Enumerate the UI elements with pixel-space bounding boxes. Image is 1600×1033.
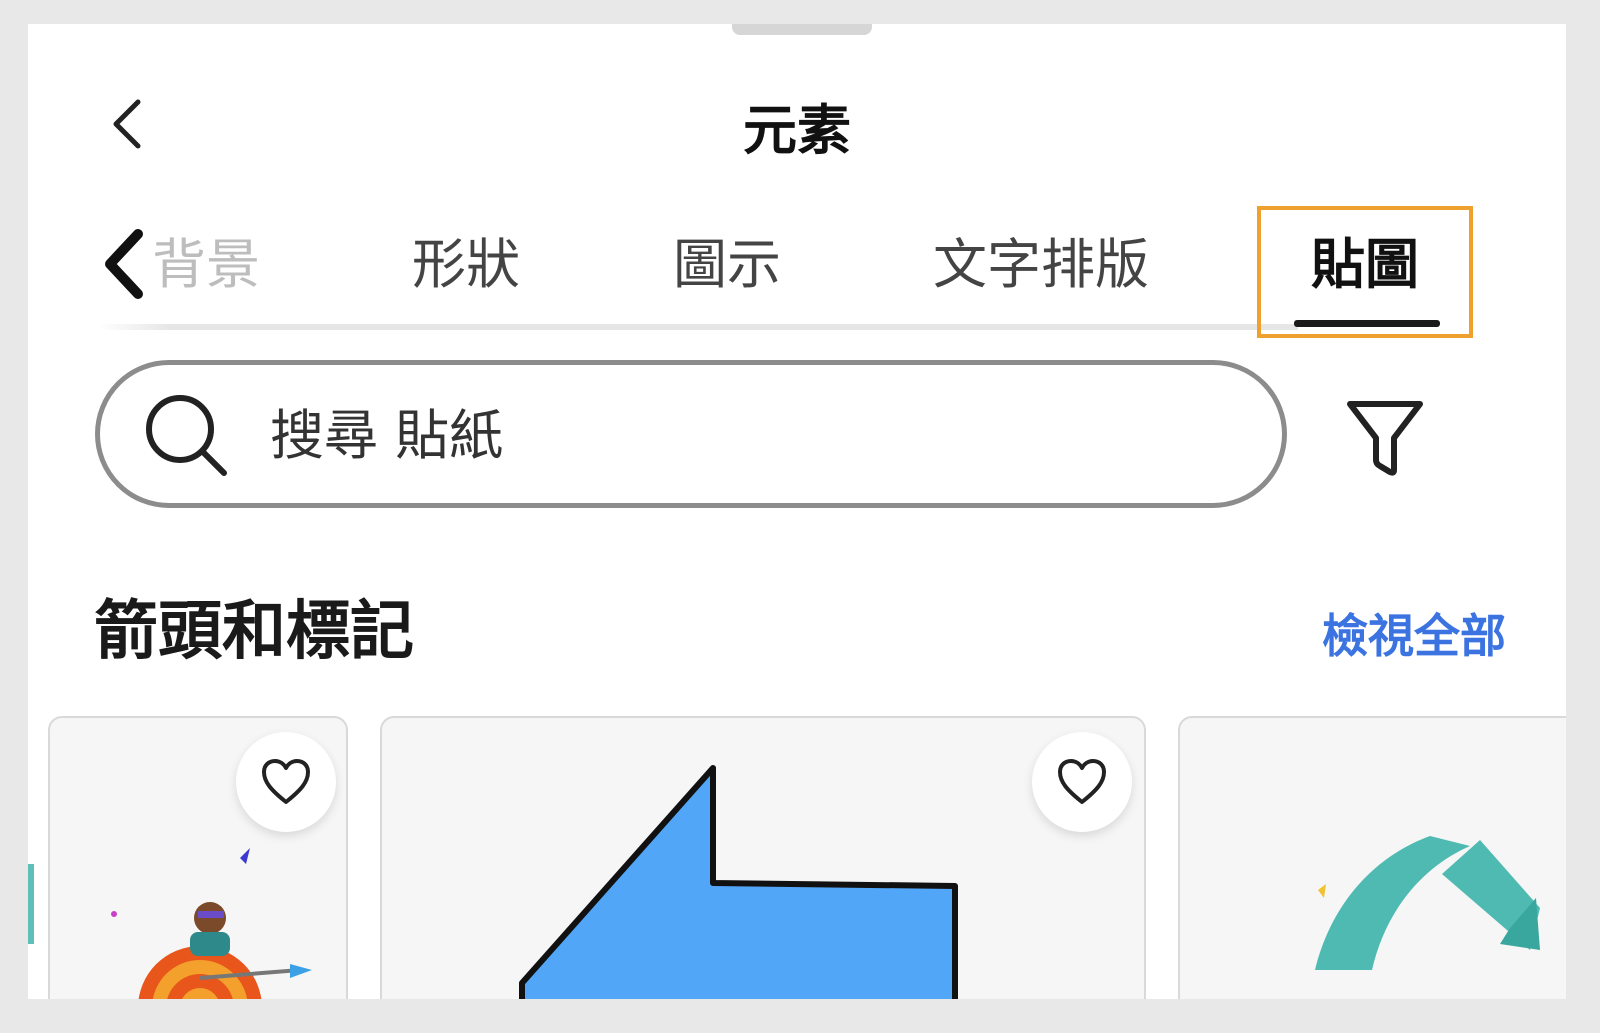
sticker-card[interactable] [48,716,348,999]
tab-icons[interactable]: 圖示 [673,220,781,299]
highlight-box [1257,206,1473,338]
tab-shapes[interactable]: 形狀 [412,220,520,299]
heart-icon [1058,759,1106,804]
tabs-divider [98,324,1298,330]
drag-handle[interactable] [732,24,872,35]
sticker-card[interactable] [380,716,1146,999]
favorite-button[interactable] [1032,732,1132,832]
blue-arrow-sticker [519,765,958,999]
panel-title: 元素 [743,99,851,162]
heart-icon [262,759,310,804]
teal-curved-arrow-sticker [1315,836,1540,970]
search-input[interactable] [268,391,1172,479]
category-tabs: 背景 形狀 圖示 文字排版 貼圖 [28,204,1566,338]
elements-panel: 元素 背景 形狀 圖示 文字排版 貼圖 箭頭和標記 檢視全部 [28,24,1566,999]
filter-icon [1347,401,1423,476]
filter-button[interactable] [1340,392,1430,482]
chevron-left-icon [105,229,143,299]
tab-background[interactable]: 背景 [152,220,260,299]
favorite-button[interactable] [236,732,336,832]
sticker-card[interactable] [1178,716,1566,999]
search-bar[interactable] [95,360,1287,508]
tabs-scroll-left-button[interactable] [98,224,158,304]
tab-typography[interactable]: 文字排版 [933,220,1149,299]
previous-card-edge [28,864,34,944]
search-icon [146,395,227,476]
section-title: 箭頭和標記 [94,595,414,669]
view-all-link[interactable]: 檢視全部 [1322,600,1506,666]
